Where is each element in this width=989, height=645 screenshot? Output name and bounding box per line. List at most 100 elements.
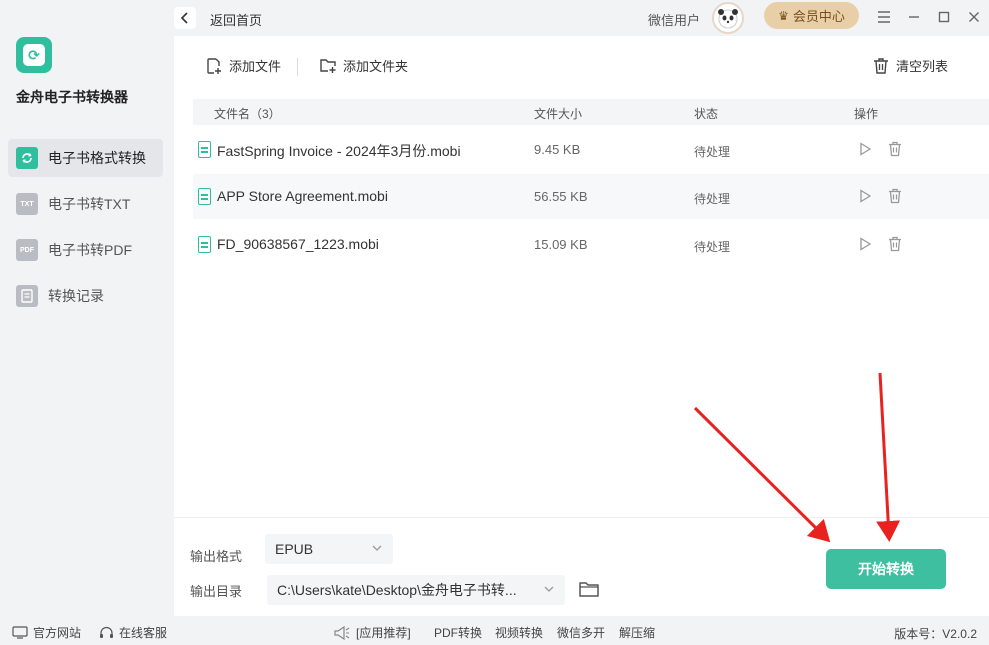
close-icon: [969, 12, 979, 22]
play-icon: [860, 189, 871, 203]
add-folder-label: 添加文件夹: [343, 59, 409, 74]
file-status: 待处理: [694, 145, 731, 159]
add-folder-icon: [319, 57, 337, 75]
back-button[interactable]: [174, 7, 196, 29]
table-row[interactable]: FastSpring Invoice - 2024年3月份.mobi 9.45 …: [193, 127, 989, 172]
link-video-convert[interactable]: 视频转换: [495, 624, 543, 641]
chevron-left-icon: [180, 12, 188, 24]
version-label: 版本号：: [894, 627, 943, 641]
sidebar-item-label: 转换记录: [48, 288, 104, 304]
clear-list-button[interactable]: 清空列表: [872, 56, 948, 75]
sidebar-item-history[interactable]: 转换记录: [8, 277, 163, 315]
delete-button[interactable]: [886, 235, 904, 253]
column-header-name: 文件名（3）: [214, 107, 281, 121]
txt-icon: TXT: [16, 193, 38, 215]
chevron-down-icon: [372, 545, 382, 551]
website-label: 官方网站: [33, 626, 82, 640]
toolbar-divider: [297, 58, 298, 76]
link-wechat-multi[interactable]: 微信多开: [557, 624, 605, 641]
play-icon: [860, 142, 871, 156]
menu-button[interactable]: [873, 6, 895, 28]
monitor-icon: [12, 626, 28, 639]
top-bar: 返回首页 微信用户 ♛ 会员中心: [174, 0, 989, 36]
output-dir-label: 输出目录: [190, 584, 243, 599]
sidebar-item-to-txt[interactable]: TXT 电子书转TXT: [8, 185, 163, 223]
megaphone-icon: [333, 625, 351, 641]
play-icon: [860, 237, 871, 251]
recommend-label: [应用推荐]: [356, 626, 411, 640]
minimize-icon: [909, 16, 919, 18]
app-recommend: [应用推荐]: [333, 624, 411, 641]
file-name: APP Store Agreement.mobi: [217, 188, 388, 204]
start-convert-button[interactable]: 开始转换: [826, 549, 946, 589]
link-unzip[interactable]: 解压缩: [619, 624, 655, 641]
document-icon: [198, 141, 211, 158]
add-file-button[interactable]: 添加文件: [205, 56, 281, 75]
play-button[interactable]: [856, 187, 874, 205]
menu-icon: [878, 11, 890, 23]
version-number: V2.0.2: [942, 627, 977, 641]
crown-icon: ♛: [778, 8, 789, 23]
toolbar: 添加文件 添加文件夹 清空列表: [174, 36, 989, 96]
browse-folder-button[interactable]: [578, 579, 600, 601]
file-name: FD_90638567_1223.mobi: [217, 236, 379, 252]
app-logo-icon: ⟳: [16, 37, 52, 73]
document-icon: [198, 188, 211, 205]
sidebar-item-format-convert[interactable]: 电子书格式转换: [8, 139, 163, 177]
file-name: FastSpring Invoice - 2024年3月份.mobi: [217, 143, 461, 159]
table-row[interactable]: APP Store Agreement.mobi 56.55 KB 待处理: [193, 174, 989, 219]
back-label[interactable]: 返回首页: [210, 10, 262, 29]
status-bar: 官方网站 在线客服 [应用推荐] PDF转换 视频转换 微信多开 解压缩 版本号…: [0, 620, 989, 645]
file-status: 待处理: [694, 240, 731, 254]
support-label: 在线客服: [119, 626, 168, 640]
sidebar-item-to-pdf[interactable]: PDF 电子书转PDF: [8, 231, 163, 269]
add-folder-button[interactable]: 添加文件夹: [319, 56, 408, 75]
output-format-value: EPUB: [275, 541, 314, 557]
table-header: 文件名（3） 文件大小 状态 操作: [193, 99, 989, 125]
minimize-button[interactable]: [903, 6, 925, 28]
close-button[interactable]: [963, 6, 985, 28]
convert-icon: [16, 147, 38, 169]
play-button[interactable]: [856, 140, 874, 158]
output-dir-select[interactable]: C:\Users\kate\Desktop\金舟电子书转...: [267, 575, 565, 605]
sidebar-item-label: 电子书转PDF: [48, 242, 132, 258]
sidebar-item-label: 电子书格式转换: [48, 150, 146, 166]
chevron-down-icon: [544, 586, 554, 592]
trash-icon: [872, 57, 890, 75]
headset-icon: [99, 626, 114, 640]
add-file-icon: [205, 57, 223, 75]
online-support-link[interactable]: 在线客服: [99, 624, 167, 641]
official-website-link[interactable]: 官方网站: [12, 624, 81, 641]
main-panel: 添加文件 添加文件夹 清空列表 文件名（3） 文件大小 状态 操作 FastSp…: [174, 36, 989, 616]
panda-avatar-icon: [718, 9, 738, 29]
output-format-select[interactable]: EPUB: [265, 534, 393, 564]
maximize-icon: [938, 11, 950, 23]
maximize-button[interactable]: [933, 6, 955, 28]
column-header-actions: 操作: [854, 107, 879, 121]
delete-button[interactable]: [886, 140, 904, 158]
avatar[interactable]: [712, 2, 744, 34]
vip-center-button[interactable]: ♛ 会员中心: [764, 2, 859, 29]
file-size: 15.09 KB: [534, 237, 588, 252]
delete-button[interactable]: [886, 187, 904, 205]
table-row[interactable]: FD_90638567_1223.mobi 15.09 KB 待处理: [193, 222, 989, 267]
play-button[interactable]: [856, 235, 874, 253]
output-format-label: 输出格式: [190, 549, 243, 564]
output-settings: 输出格式 EPUB 输出目录 C:\Users\kate\Desktop\金舟电…: [174, 517, 989, 616]
trash-icon: [889, 188, 901, 204]
history-icon: [16, 285, 38, 307]
trash-icon: [889, 141, 901, 157]
trash-icon: [889, 236, 901, 252]
column-header-status: 状态: [694, 107, 719, 121]
folder-icon: [579, 582, 599, 597]
app-name: 金舟电子书转换器: [16, 89, 128, 105]
sidebar: ⟳ 金舟电子书转换器 电子书格式转换 TXT 电子书转TXT PDF 电子书转P…: [0, 0, 174, 620]
user-name[interactable]: 微信用户: [648, 10, 700, 29]
file-size: 9.45 KB: [534, 142, 581, 157]
clear-list-label: 清空列表: [896, 59, 949, 74]
output-dir-value: C:\Users\kate\Desktop\金舟电子书转...: [277, 582, 517, 598]
column-header-size: 文件大小: [534, 107, 583, 121]
link-pdf-convert[interactable]: PDF转换: [434, 624, 482, 641]
file-size: 56.55 KB: [534, 189, 588, 204]
document-icon: [198, 236, 211, 253]
